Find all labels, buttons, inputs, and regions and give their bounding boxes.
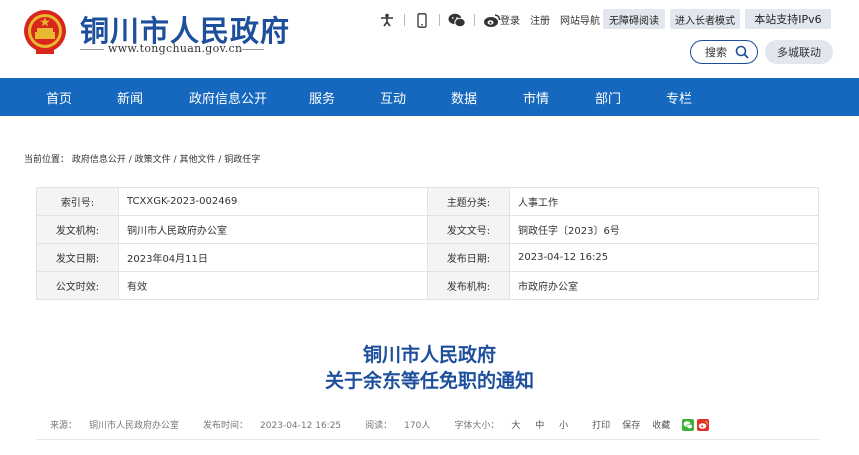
national-emblem-icon[interactable]	[22, 8, 68, 56]
top-icon-bar	[376, 12, 509, 28]
issuing-agency-value: 铜川市人民政府办公室	[118, 215, 428, 244]
register-link[interactable]: 注册	[530, 12, 550, 27]
document-number-label: 发文文号:	[427, 215, 510, 244]
multi-city-button[interactable]: 多城联动	[765, 40, 833, 64]
favorite-button[interactable]: 收藏	[652, 418, 670, 431]
validity-label: 公文时效:	[36, 271, 119, 300]
divider	[439, 14, 440, 26]
table-row: 索引号: TCXXGK-2023-002469 主题分类: 人事工作	[36, 187, 819, 216]
nav-item-home[interactable]: 首页	[46, 88, 72, 107]
ipv6-support-button[interactable]: 本站支持IPv6	[745, 9, 831, 29]
publish-time-label: 发布时间：	[203, 421, 249, 431]
nav-item-service[interactable]: 服务	[309, 88, 335, 107]
table-row: 发文机构: 铜川市人民政府办公室 发文文号: 铜政任字〔2023〕6号	[36, 215, 819, 244]
breadcrumb-prefix: 当前位置：	[24, 155, 70, 165]
divider	[404, 14, 405, 26]
font-medium-button[interactable]: 中	[535, 421, 544, 431]
breadcrumb-item-current[interactable]: 铜政任字	[224, 155, 260, 165]
nav-item-departments[interactable]: 部门	[595, 88, 621, 107]
elder-mode-button[interactable]: 进入长者模式	[670, 9, 740, 29]
nav-item-data[interactable]: 数据	[451, 88, 477, 107]
breadcrumb: 当前位置： 政府信息公开 / 政策文件 / 其他文件 / 铜政任字	[24, 152, 260, 165]
url-divider-left	[80, 49, 104, 50]
weibo-share-icon[interactable]	[697, 418, 710, 431]
source-value: 铜川市人民政府办公室	[89, 421, 180, 431]
topic-category-value: 人事工作	[509, 187, 819, 216]
table-row: 发文日期: 2023年04月11日 发布日期: 2023-04-12 16:25	[36, 243, 819, 272]
breadcrumb-item-other[interactable]: 其他文件	[179, 155, 215, 165]
views-value: 170人	[404, 421, 431, 431]
search-input[interactable]: 搜索	[690, 40, 758, 64]
issue-date-label: 发文日期:	[36, 243, 119, 272]
publish-date-label: 发布日期:	[427, 243, 510, 272]
views-label: 阅读：	[365, 421, 393, 431]
index-number-label: 索引号:	[36, 187, 119, 216]
validity-value: 有效	[118, 271, 428, 300]
font-small-button[interactable]: 小	[559, 421, 568, 431]
divider	[474, 14, 475, 26]
nav-item-interaction[interactable]: 互动	[380, 88, 406, 107]
topic-category-label: 主题分类:	[427, 187, 510, 216]
article-info-bar: 来源： 铜川市人民政府办公室 发布时间： 2023-04-12 16:25 阅读： 1…	[36, 410, 819, 440]
document-title-line-1: 铜川市人民政府	[362, 344, 496, 366]
font-size-control: 字体大小： 大 中 小	[454, 418, 580, 431]
publish-time-value: 2023-04-12 16:25	[260, 421, 342, 431]
share-icons	[682, 418, 710, 431]
nav-item-city-info[interactable]: 市情	[523, 88, 549, 107]
wechat-icon[interactable]	[446, 12, 468, 28]
table-row: 公文时效: 有效 发布机构: 市政府办公室	[36, 271, 819, 300]
site-url: www.tongchuan.gov.cn	[108, 42, 243, 55]
print-button[interactable]: 打印	[592, 418, 610, 431]
breadcrumb-item-gov-info[interactable]: 政府信息公开	[72, 155, 126, 165]
publish-time-info: 发布时间： 2023-04-12 16:25	[203, 418, 353, 431]
views-info: 阅读： 170人	[365, 418, 442, 431]
nav-item-news[interactable]: 新闻	[117, 88, 143, 107]
index-number-value: TCXXGK-2023-002469	[118, 187, 428, 216]
sitemap-link[interactable]: 网站导航	[560, 12, 600, 27]
publishing-agency-label: 发布机构:	[427, 271, 510, 300]
publish-date-value: 2023-04-12 16:25	[509, 243, 819, 272]
url-divider-right	[240, 49, 264, 50]
search-icon[interactable]	[735, 45, 749, 59]
document-metadata-table: 索引号: TCXXGK-2023-002469 主题分类: 人事工作 发文机构:…	[36, 187, 819, 300]
source-info: 来源： 铜川市人民政府办公室	[50, 418, 191, 431]
mobile-icon[interactable]	[411, 12, 433, 28]
font-large-button[interactable]: 大	[511, 421, 520, 431]
issuing-agency-label: 发文机构:	[36, 215, 119, 244]
document-number-value: 铜政任字〔2023〕6号	[509, 215, 819, 244]
font-size-label: 字体大小：	[454, 421, 500, 431]
nav-item-columns[interactable]: 专栏	[666, 88, 692, 107]
accessibility-reading-button[interactable]: 无障碍阅读	[603, 9, 665, 29]
publishing-agency-value: 市政府办公室	[509, 271, 819, 300]
source-label: 来源：	[50, 421, 78, 431]
save-button[interactable]: 保存	[622, 418, 640, 431]
accessibility-icon[interactable]	[376, 12, 398, 28]
breadcrumb-separator: /	[215, 155, 225, 165]
document-title-line-2: 关于余东等任免职的通知	[324, 370, 534, 392]
wechat-share-icon[interactable]	[682, 418, 695, 431]
login-link[interactable]: 登录	[500, 12, 520, 27]
top-links: 登录 注册 网站导航	[500, 12, 610, 27]
main-nav: 首页 新闻 政府信息公开 服务 互动 数据 市情 部门 专栏	[0, 78, 859, 116]
search-label: 搜索	[705, 46, 727, 59]
breadcrumb-item-policy[interactable]: 政策文件	[135, 155, 171, 165]
site-header: 铜川市人民政府 www.tongchuan.gov.cn 登录 注册 网站导航 …	[0, 0, 859, 78]
nav-item-gov-info[interactable]: 政府信息公开	[189, 88, 267, 107]
issue-date-value: 2023年04月11日	[118, 243, 428, 272]
breadcrumb-separator: /	[125, 155, 135, 165]
